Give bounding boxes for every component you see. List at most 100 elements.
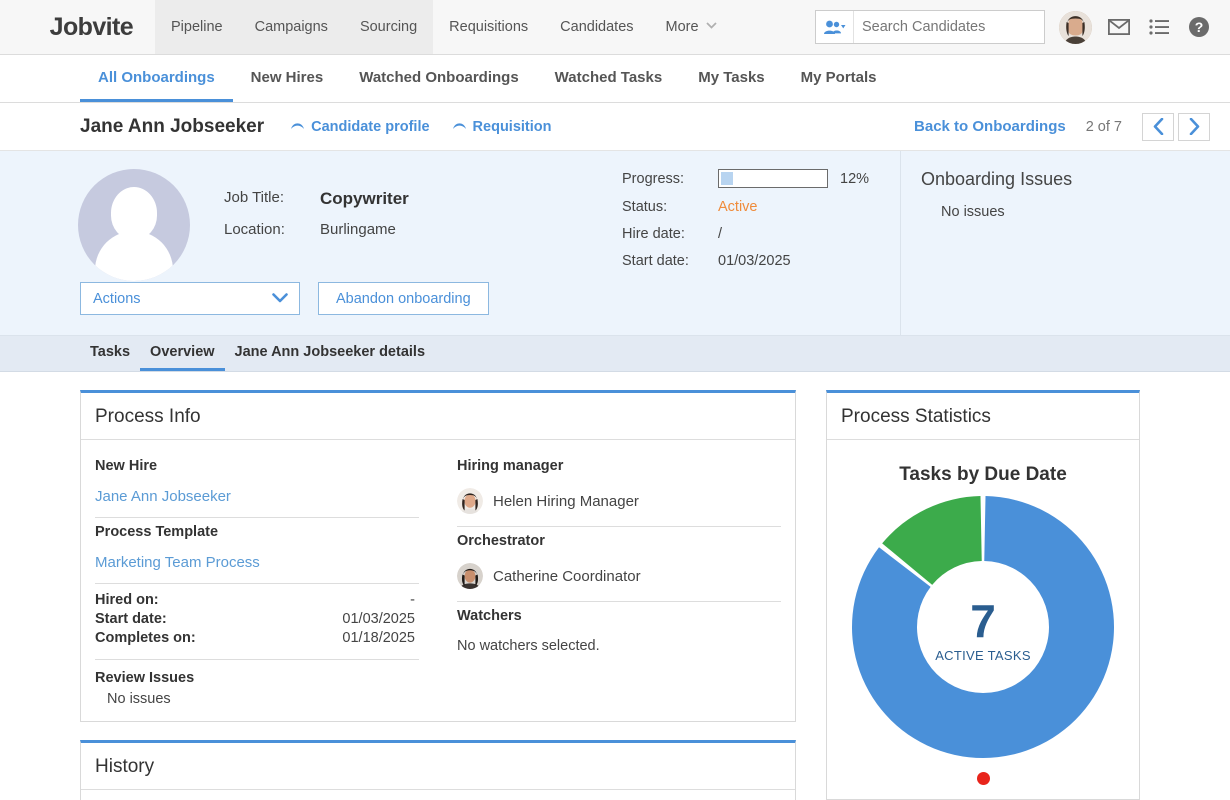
hiring-manager-name: Helen Hiring Manager <box>493 492 639 510</box>
job-title-value: Copywriter <box>320 189 409 208</box>
chevron-left-icon[interactable] <box>1142 112 1174 141</box>
start-date-row: Start date: 01/03/2025 <box>95 611 419 627</box>
donut-svg <box>852 496 1114 758</box>
candidate-search-box <box>815 10 1045 44</box>
nav-item-more[interactable]: More <box>650 0 733 54</box>
status-info: Progress: 12% Status: Active Hire date: … <box>622 169 892 280</box>
subtab-label: Jane Ann Jobseeker details <box>234 344 426 360</box>
location-row: Location: Burlingame <box>224 221 409 238</box>
start-date-value: 01/03/2025 <box>342 611 415 627</box>
process-statistics-body: Tasks by Due Date 7 ACTIVE TASKS <box>827 440 1139 799</box>
candidate-avatar-placeholder <box>78 169 190 281</box>
tasks-by-due-date-donut-chart[interactable]: 7 ACTIVE TASKS <box>841 494 1125 760</box>
process-info-right-col: Hiring manager Helen Hiring Manager Orch… <box>441 452 781 707</box>
start-date-label: Start date: <box>622 253 689 269</box>
hired-on-value: - <box>410 592 415 608</box>
tab-label: All Onboardings <box>98 68 215 86</box>
process-template-label: Process Template <box>95 524 219 540</box>
avatar[interactable] <box>1059 10 1092 44</box>
new-hire-label: New Hire <box>95 458 158 474</box>
process-template-link[interactable]: Marketing Team Process <box>95 554 419 571</box>
chevron-right-icon[interactable] <box>1178 112 1210 141</box>
job-title-label: Job Title: <box>224 189 285 206</box>
candidate-profile-link[interactable]: Candidate profile <box>290 118 430 135</box>
top-navigation-bar: Jobvite Pipeline Campaigns Sourcing Requ… <box>0 0 1230 55</box>
nav-item-label: Candidates <box>560 19 634 35</box>
nav-item-label: Campaigns <box>254 19 328 35</box>
nav-item-campaigns[interactable]: Campaigns <box>238 0 344 54</box>
jobvite-logo[interactable]: Jobvite <box>0 0 155 54</box>
actions-dropdown[interactable]: Actions <box>80 282 300 315</box>
search-input[interactable] <box>854 11 1044 43</box>
external-link-arc-icon <box>290 119 305 135</box>
hire-date-row: Hire date: / <box>622 226 892 242</box>
hiring-manager-avatar <box>457 488 483 514</box>
tab-new-hires[interactable]: New Hires <box>233 55 342 102</box>
nav-item-requisitions[interactable]: Requisitions <box>433 0 544 54</box>
orchestrator-label: Orchestrator <box>457 533 545 549</box>
location-label: Location: <box>224 221 285 238</box>
process-info-card: Process Info New Hire Jane Ann Jobseeker… <box>80 390 796 722</box>
nav-item-label: More <box>665 19 699 35</box>
top-nav-right-cluster: ? <box>815 0 1212 54</box>
tab-my-portals[interactable]: My Portals <box>783 55 895 102</box>
onboarding-tabs: All Onboardings New Hires Watched Onboar… <box>0 55 1230 103</box>
subtab-label: Overview <box>150 344 215 360</box>
dates-section: Hired on: - Start date: 01/03/2025 Compl… <box>95 584 419 660</box>
nav-item-sourcing[interactable]: Sourcing <box>343 0 434 54</box>
actions-dropdown-label: Actions <box>93 290 141 307</box>
tab-label: Watched Onboardings <box>359 68 519 86</box>
left-column: Process Info New Hire Jane Ann Jobseeker… <box>80 390 796 800</box>
orchestrator-avatar <box>457 563 483 589</box>
hire-date-value: / <box>718 226 723 242</box>
hired-on-row: Hired on: - <box>95 592 419 608</box>
tab-label: Watched Tasks <box>554 68 663 86</box>
abandon-onboarding-button[interactable]: Abandon onboarding <box>318 282 489 315</box>
subtab-overview[interactable]: Overview <box>140 336 225 371</box>
tab-watched-onboardings[interactable]: Watched Onboardings <box>341 55 536 102</box>
candidate-header-row: Jane Ann Jobseeker Candidate profile Req… <box>0 103 1230 151</box>
overview-content: Process Info New Hire Jane Ann Jobseeker… <box>0 372 1230 800</box>
process-statistics-title: Process Statistics <box>827 393 1139 440</box>
tab-my-tasks[interactable]: My Tasks <box>680 55 782 102</box>
subtab-tasks[interactable]: Tasks <box>80 336 140 371</box>
onboarding-issues-title: Onboarding Issues <box>921 169 1073 189</box>
start-date-value: 01/03/2025 <box>718 253 791 269</box>
tab-all-onboardings[interactable]: All Onboardings <box>80 55 233 102</box>
start-date-row: Start date: 01/03/2025 <box>622 253 892 269</box>
nav-item-candidates[interactable]: Candidates <box>544 0 649 54</box>
process-info-body: New Hire Jane Ann Jobseeker Process Temp… <box>81 440 795 721</box>
chart-title: Tasks by Due Date <box>899 464 1067 485</box>
progress-bar <box>718 169 828 188</box>
link-label: Candidate profile <box>311 118 430 135</box>
subtab-label: Tasks <box>90 344 131 360</box>
people-search-icon[interactable] <box>816 11 854 43</box>
onboarding-issues-body: No issues <box>941 204 1005 220</box>
watchers-label: Watchers <box>457 608 522 624</box>
process-info-left-col: New Hire Jane Ann Jobseeker Process Temp… <box>95 452 441 707</box>
mail-icon[interactable] <box>1106 14 1132 40</box>
chevron-down-icon <box>272 291 288 306</box>
requisition-link[interactable]: Requisition <box>452 119 552 135</box>
tab-label: My Tasks <box>698 68 765 86</box>
back-to-onboardings-link[interactable]: Back to Onboardings <box>914 118 1066 135</box>
main-nav-items: Pipeline Campaigns Sourcing Requisitions… <box>155 0 733 54</box>
help-icon[interactable]: ? <box>1186 14 1212 40</box>
orchestrator-section: Orchestrator Catherine Coordinator <box>457 527 781 602</box>
hiring-manager-person[interactable]: Helen Hiring Manager <box>457 488 781 514</box>
tab-watched-tasks[interactable]: Watched Tasks <box>537 55 681 102</box>
progress-row: Progress: 12% <box>622 169 892 188</box>
subtab-candidate-details[interactable]: Jane Ann Jobseeker details <box>225 336 435 371</box>
list-icon[interactable] <box>1146 14 1172 40</box>
progress-bar-fill <box>721 172 734 185</box>
nav-item-label: Pipeline <box>171 19 223 35</box>
hiring-manager-label: Hiring manager <box>457 458 564 474</box>
page-title: Jane Ann Jobseeker <box>80 115 265 137</box>
pager-controls <box>1142 112 1210 141</box>
avatar-body-shape <box>95 231 173 281</box>
nav-item-pipeline[interactable]: Pipeline <box>155 0 239 54</box>
new-hire-link[interactable]: Jane Ann Jobseeker <box>95 488 419 505</box>
detail-subtabs: Tasks Overview Jane Ann Jobseeker detail… <box>0 336 1230 372</box>
review-issues-section: Review Issues No issues <box>95 660 419 707</box>
orchestrator-person[interactable]: Catherine Coordinator <box>457 563 781 589</box>
